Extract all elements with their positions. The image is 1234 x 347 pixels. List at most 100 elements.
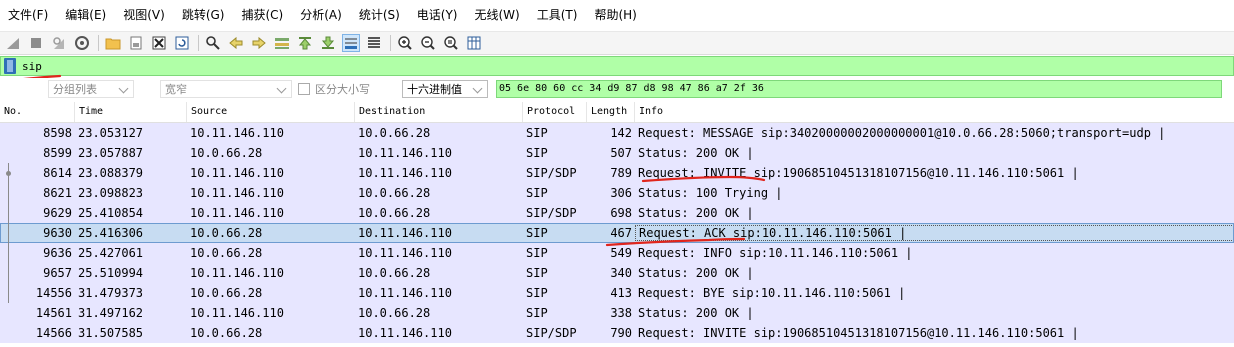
- cell-protocol: SIP/SDP: [526, 206, 577, 220]
- packet-list-header: No. Time Source Destination Protocol Len…: [0, 102, 1234, 123]
- cell-time: 25.510994: [78, 266, 144, 280]
- related-packet-marker: [4, 223, 12, 243]
- go-forward-icon[interactable]: [250, 34, 268, 52]
- cell-info: Request: INVITE sip:19068510451318107156…: [638, 166, 1079, 180]
- cell-no: 8599: [43, 146, 72, 160]
- cell-protocol: SIP: [526, 226, 548, 240]
- column-header-protocol[interactable]: Protocol: [523, 102, 587, 122]
- column-header-destination[interactable]: Destination: [355, 102, 523, 122]
- cell-length: 413: [610, 286, 632, 300]
- menu-analyze[interactable]: 分析(A): [292, 0, 342, 31]
- chevron-down-icon: [276, 83, 287, 94]
- table-row-selected[interactable]: 9630 25.416306 10.0.66.28 10.11.146.110 …: [0, 223, 1234, 243]
- go-to-packet-icon[interactable]: [273, 34, 291, 52]
- menu-help[interactable]: 帮助(H): [586, 0, 636, 31]
- cell-length: 549: [610, 246, 632, 260]
- column-header-no[interactable]: No.: [0, 102, 75, 122]
- column-header-length[interactable]: Length: [587, 102, 635, 122]
- cell-length: 306: [610, 186, 632, 200]
- table-row[interactable]: 8621 23.098823 10.11.146.110 10.0.66.28 …: [0, 183, 1234, 203]
- cell-length: 340: [610, 266, 632, 280]
- search-mode-value: 十六进制值: [407, 83, 462, 96]
- go-back-icon[interactable]: [227, 34, 245, 52]
- cell-no: 8598: [43, 126, 72, 140]
- zoom-out-icon[interactable]: [419, 34, 437, 52]
- cell-destination: 10.11.146.110: [358, 246, 452, 260]
- last-packet-icon[interactable]: [319, 34, 337, 52]
- find-options-bar: 分组列表 宽窄 区分大小写 十六进制值 05 6e 80 60 cc 34 d9…: [0, 78, 1234, 100]
- cell-time: 23.088379: [78, 166, 144, 180]
- search-scope-value: 分组列表: [53, 83, 97, 96]
- table-row[interactable]: 8598 23.053127 10.11.146.110 10.0.66.28 …: [0, 123, 1234, 143]
- column-header-time[interactable]: Time: [75, 102, 187, 122]
- table-row[interactable]: 14556 31.479373 10.0.66.28 10.11.146.110…: [0, 283, 1234, 303]
- cell-source: 10.0.66.28: [190, 326, 263, 340]
- resize-columns-icon[interactable]: [465, 34, 483, 52]
- close-file-icon[interactable]: [150, 34, 168, 52]
- cell-source: 10.11.146.110: [190, 206, 284, 220]
- main-toolbar: [0, 31, 1234, 55]
- cell-source: 10.11.146.110: [190, 306, 284, 320]
- cell-protocol: SIP: [526, 246, 548, 260]
- cell-info: Status: 200 OK |: [638, 146, 754, 160]
- search-mode-dropdown[interactable]: 十六进制值: [402, 80, 488, 98]
- zoom-in-icon[interactable]: [396, 34, 414, 52]
- table-row[interactable]: 14566 31.507585 10.0.66.28 10.11.146.110…: [0, 323, 1234, 343]
- menu-telephony[interactable]: 电话(Y): [409, 0, 458, 31]
- bookmark-icon[interactable]: [4, 58, 16, 74]
- hex-search-input[interactable]: 05 6e 80 60 cc 34 d9 87 d8 98 47 86 a7 2…: [496, 80, 1222, 98]
- case-sensitive-label: 区分大小写: [315, 83, 370, 96]
- table-row[interactable]: 14561 31.497162 10.11.146.110 10.0.66.28…: [0, 303, 1234, 323]
- find-packet-icon[interactable]: [204, 34, 222, 52]
- case-sensitive-checkbox[interactable]: 区分大小写: [298, 81, 370, 97]
- related-packet-marker: [4, 283, 12, 303]
- toolbar-separator: [98, 35, 99, 51]
- table-row[interactable]: 8599 23.057887 10.0.66.28 10.11.146.110 …: [0, 143, 1234, 163]
- column-header-source[interactable]: Source: [187, 102, 355, 122]
- menu-statistics[interactable]: 统计(S): [351, 0, 400, 31]
- related-packet-marker: [4, 243, 12, 263]
- table-row[interactable]: 8614 23.088379 10.11.146.110 10.11.146.1…: [0, 163, 1234, 183]
- auto-scroll-icon[interactable]: [342, 34, 360, 52]
- column-header-info[interactable]: Info: [635, 102, 1234, 122]
- file-set-icon[interactable]: [127, 34, 145, 52]
- normal-size-icon[interactable]: [442, 34, 460, 52]
- table-row[interactable]: 9629 25.410854 10.11.146.110 10.0.66.28 …: [0, 203, 1234, 223]
- cell-info: Request: INVITE sip:19068510451318107156…: [638, 326, 1079, 340]
- cell-source: 10.0.66.28: [190, 226, 263, 240]
- table-row[interactable]: 9657 25.510994 10.11.146.110 10.0.66.28 …: [0, 263, 1234, 283]
- cell-destination: 10.11.146.110: [358, 326, 452, 340]
- cell-source: 10.11.146.110: [190, 126, 284, 140]
- checkbox-box[interactable]: [298, 83, 310, 95]
- cell-destination: 10.0.66.28: [358, 306, 431, 320]
- menu-go[interactable]: 跳转(G): [174, 0, 225, 31]
- menu-edit[interactable]: 编辑(E): [57, 0, 106, 31]
- cell-length: 467: [610, 226, 632, 240]
- cell-info: Request: ACK sip:10.11.146.110:5061 |: [635, 225, 1234, 241]
- stop-capture-icon[interactable]: [27, 34, 45, 52]
- open-file-icon[interactable]: [104, 34, 122, 52]
- display-filter-input[interactable]: [22, 57, 1122, 75]
- cell-time: 23.057887: [78, 146, 144, 160]
- cell-info: Status: 200 OK |: [638, 206, 754, 220]
- menu-tools[interactable]: 工具(T): [529, 0, 578, 31]
- search-scope-dropdown[interactable]: 分组列表: [48, 80, 134, 98]
- capture-options-icon[interactable]: [73, 34, 91, 52]
- chevron-down-icon: [118, 83, 129, 94]
- char-width-dropdown[interactable]: 宽窄: [160, 80, 292, 98]
- menu-file[interactable]: 文件(F): [0, 0, 48, 31]
- cell-time: 31.497162: [78, 306, 144, 320]
- table-row[interactable]: 9636 25.427061 10.0.66.28 10.11.146.110 …: [0, 243, 1234, 263]
- cell-time: 23.053127: [78, 126, 144, 140]
- menu-view[interactable]: 视图(V): [115, 0, 165, 31]
- colorize-icon[interactable]: [365, 34, 383, 52]
- menu-capture[interactable]: 捕获(C): [233, 0, 283, 31]
- cell-protocol: SIP/SDP: [526, 326, 577, 340]
- restart-capture-icon[interactable]: [50, 34, 68, 52]
- related-packet-marker: [4, 203, 12, 223]
- shark-fin-start-icon[interactable]: [4, 34, 22, 52]
- first-packet-icon[interactable]: [296, 34, 314, 52]
- menu-wireless[interactable]: 无线(W): [467, 0, 520, 31]
- cell-destination: 10.0.66.28: [358, 206, 431, 220]
- reload-icon[interactable]: [173, 34, 191, 52]
